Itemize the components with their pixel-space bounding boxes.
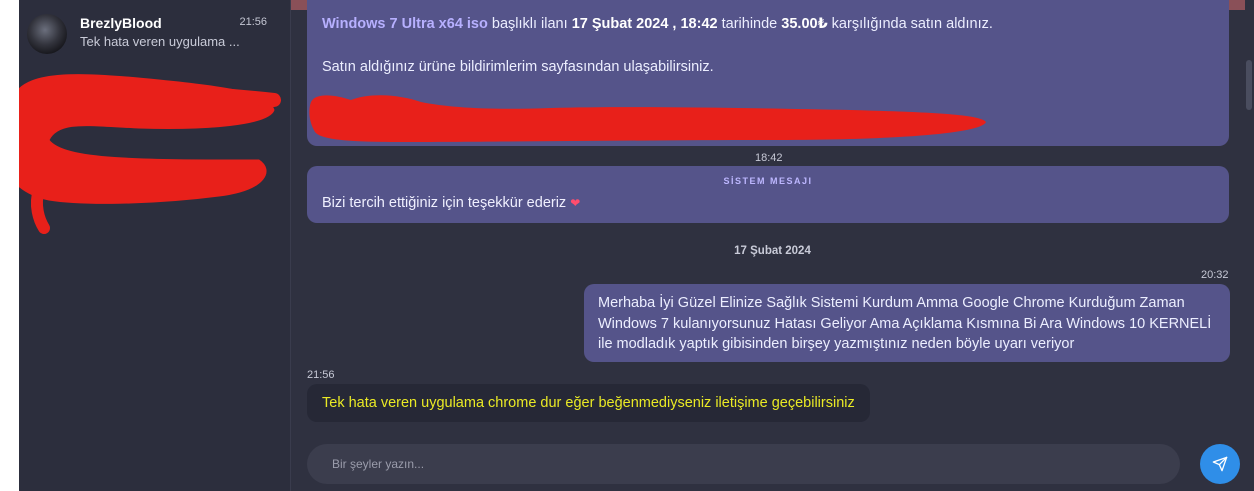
send-button[interactable]	[1200, 444, 1240, 484]
order-info-line: Satın aldığınız ürüne bildirimlerim sayf…	[322, 59, 714, 75]
scrollbar-thumb[interactable]	[1246, 60, 1252, 110]
message-timestamp: 18:42	[755, 152, 783, 164]
chat-scrollbar[interactable]	[1245, 0, 1254, 430]
product-link[interactable]: Windows 7 Ultra x64 iso	[322, 16, 488, 32]
conversation-sidebar: BrezlyBlood 21:56 Tek hata veren uygulam…	[19, 0, 291, 491]
order-text: başlıklı ilanı	[487, 16, 572, 32]
system-message-title: SİSTEM MESAJI	[723, 176, 813, 186]
redaction-scribble-sidebar	[19, 74, 281, 234]
order-text: karşılığında satın aldınız.	[827, 16, 993, 32]
system-message-text: Bizi tercih ettiğiniz için teşekkür eder…	[322, 195, 580, 211]
system-message-body: Bizi tercih ettiğiniz için teşekkür eder…	[322, 195, 567, 211]
order-notification-message: Windows 7 Ultra x64 iso başlıklı ilanı 1…	[307, 0, 1229, 146]
message-composer	[291, 430, 1254, 491]
order-summary-line: Windows 7 Ultra x64 iso başlıklı ilanı 1…	[322, 16, 993, 32]
send-icon	[1212, 456, 1228, 472]
message-input[interactable]	[307, 444, 1180, 484]
date-separator: 17 Şubat 2024	[734, 245, 811, 257]
order-text: tarihinde	[717, 16, 782, 32]
heart-icon: ❤	[570, 196, 581, 210]
system-message: SİSTEM MESAJI Bizi tercih ettiğiniz için…	[307, 166, 1229, 223]
incoming-message: Tek hata veren uygulama chrome dur eğer …	[307, 384, 870, 422]
message-timestamp: 20:32	[1201, 269, 1229, 281]
order-price: 35.00₺	[781, 16, 828, 32]
order-datetime: 17 Şubat 2024 , 18:42	[571, 16, 718, 32]
outgoing-message: Merhaba İyi Güzel Elinize Sağlık Sistemi…	[584, 284, 1230, 362]
chat-panel: Windows 7 Ultra x64 iso başlıklı ilanı 1…	[291, 0, 1254, 491]
message-timestamp: 21:56	[307, 369, 335, 381]
